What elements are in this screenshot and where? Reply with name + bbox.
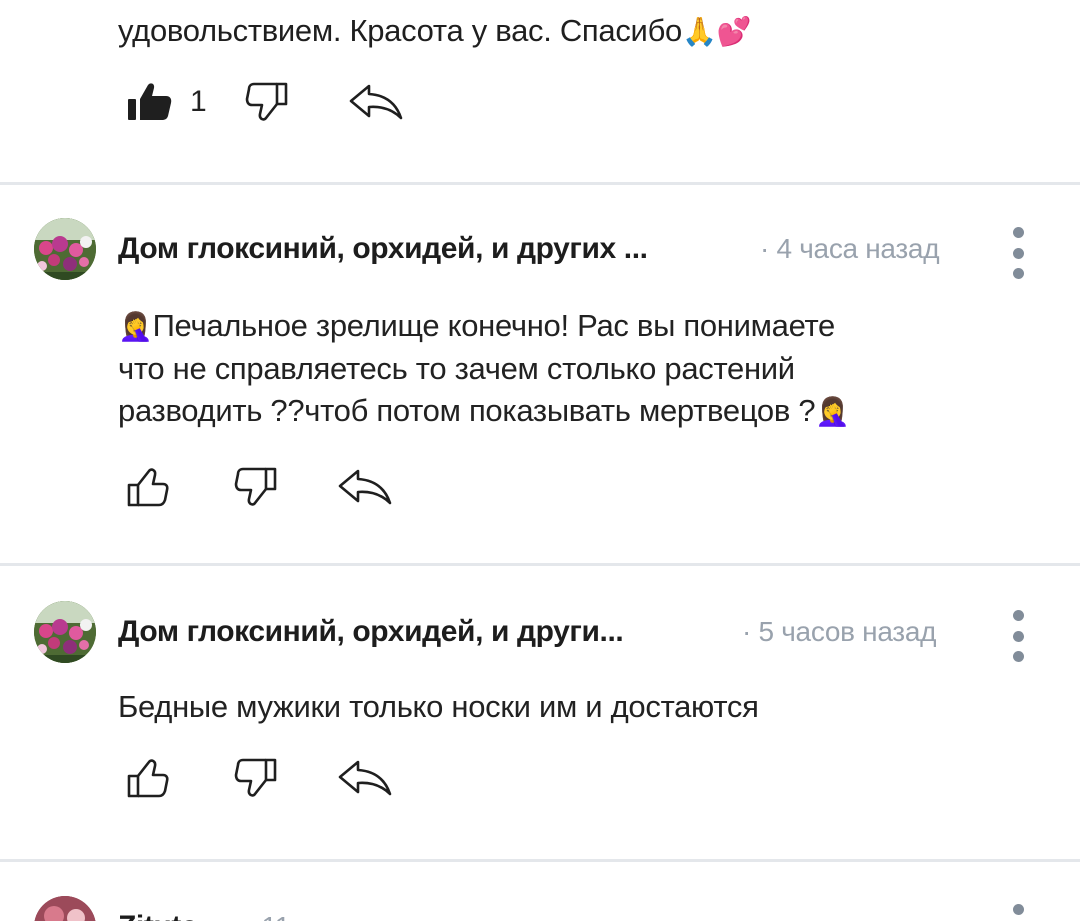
reply-icon — [338, 760, 392, 796]
avatar-image — [34, 896, 96, 921]
thumbs-down-icon — [234, 467, 277, 506]
divider — [0, 182, 1080, 185]
like-button[interactable] — [126, 467, 170, 507]
avatar-image — [34, 601, 96, 663]
author-name[interactable]: Дом глоксиний, орхидей, и други... — [118, 615, 623, 649]
author-name[interactable]: Дом глоксиний, орхидей, и других ... — [118, 232, 648, 266]
dislike-button[interactable] — [234, 467, 278, 507]
more-dot — [1012, 904, 1024, 915]
thumbs-down-icon — [234, 758, 277, 797]
more-dot — [1012, 610, 1024, 621]
thumbs-up-filled-icon — [128, 83, 172, 120]
reply-button[interactable] — [338, 469, 392, 505]
avatar[interactable] — [34, 896, 96, 921]
comment-text: Бедные мужики только носки им и достаютс… — [118, 689, 759, 724]
more-dot — [1012, 630, 1024, 642]
author-name[interactable]: Zitute — [118, 910, 197, 921]
comment-text-line: 🤦‍♀️Печальное зрелище конечно! Рас вы по… — [118, 305, 1018, 348]
like-count: 1 — [190, 85, 207, 118]
divider — [0, 563, 1080, 566]
comment-text: 🤦‍♀️Печальное зрелище конечно! Рас вы по… — [118, 305, 1018, 433]
comment-actions: 1 — [126, 82, 403, 122]
comment-time: · 5 часов назад — [742, 616, 937, 647]
comment-text-line-2: что не справляетесь то зачем столько рас… — [118, 351, 795, 386]
thumbs-up-icon — [127, 468, 169, 507]
reply-button[interactable] — [338, 760, 392, 796]
more-dot — [1012, 651, 1024, 662]
thumbs-up-icon — [127, 759, 169, 798]
emoji: 🙏💕 — [681, 15, 752, 48]
comment-actions — [126, 756, 392, 800]
comment-actions — [126, 465, 392, 509]
more-button[interactable] — [1006, 227, 1030, 279]
comment-text-line-1: Печальное зрелище конечно! Рас вы понима… — [152, 308, 836, 343]
more-button[interactable] — [1006, 610, 1030, 662]
avatar-image — [34, 218, 96, 280]
reply-icon — [349, 84, 402, 120]
thumbs-down-icon — [245, 82, 287, 121]
comment-time: · 11 часов назад — [245, 911, 453, 921]
divider — [0, 859, 1080, 862]
more-button[interactable] — [1006, 904, 1030, 921]
more-dot — [1012, 268, 1024, 279]
comment-text-line-3: разводить ??чтоб потом показывать мертве… — [118, 393, 816, 428]
dislike-button[interactable] — [245, 82, 289, 122]
comment-text: удовольствием. Красота у вас. Спасибо🙏💕 — [118, 8, 1018, 55]
comment-text-line: разводить ??чтоб потом показывать мертве… — [118, 390, 1018, 433]
comment-time: · 4 часа назад — [760, 233, 940, 264]
avatar[interactable] — [34, 601, 96, 663]
dislike-button[interactable] — [234, 758, 278, 798]
comments-page: удовольствием. Красота у вас. Спасибо🙏💕 … — [0, 0, 1080, 921]
more-dot — [1012, 247, 1024, 259]
like-button[interactable] — [126, 758, 170, 798]
facepalm-emoji: 🤦‍♀️ — [118, 310, 153, 343]
comment-text-line: удовольствием. Красота у вас. Спасибо — [118, 13, 682, 48]
more-dot — [1012, 227, 1024, 238]
like-button[interactable]: 1 — [126, 82, 207, 122]
facepalm-emoji: 🤦‍♀️ — [815, 395, 850, 428]
reply-icon — [338, 469, 392, 505]
reply-button[interactable] — [349, 84, 403, 120]
avatar[interactable] — [34, 218, 96, 280]
